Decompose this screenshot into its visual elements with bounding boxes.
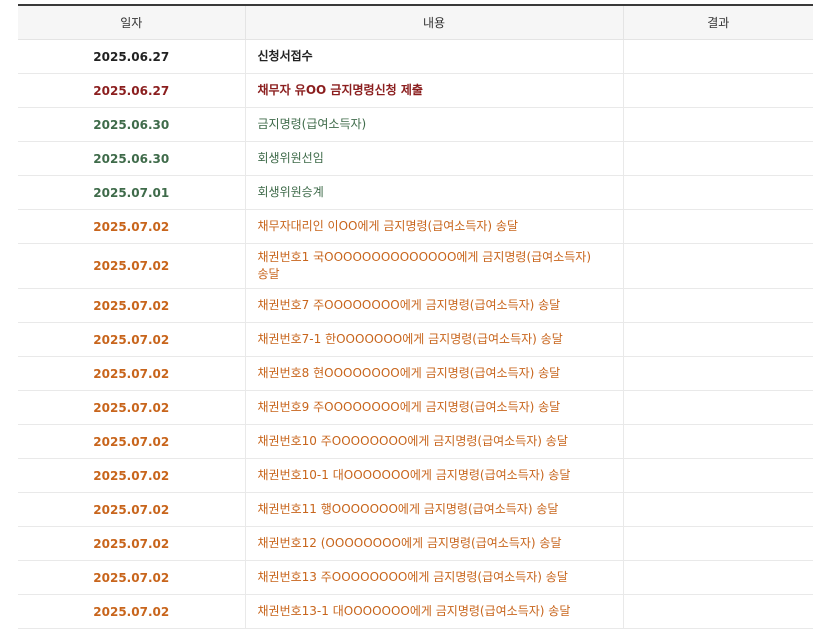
case-progress-table-wrapper: 일자 내용 결과 2025.06.27 신청서접수 2025.06.27 채무자 유O…	[18, 4, 813, 629]
content-column-header: 내용	[245, 5, 624, 40]
row-date: 2025.06.27	[18, 39, 246, 74]
table-row: 2025.07.02 채권번호10 주OOOOOOOO에게 금지명령(급여소득자)…	[18, 424, 813, 459]
table-row: 2025.07.02 채권번호1 국OOOOOOOOOOOOOO에게 금지명령(급…	[18, 243, 813, 289]
table-header: 일자 내용 결과	[18, 5, 813, 40]
row-content: 채권번호9 주OOOOOOOO에게 금지명령(급여소득자) 송달	[245, 390, 624, 425]
table-row: 2025.07.02 채권번호9 주OOOOOOOO에게 금지명령(급여소득자) …	[18, 390, 813, 425]
table-body: 2025.06.27 신청서접수 2025.06.27 채무자 유OO 금지명령신청 …	[18, 39, 813, 629]
row-date: 2025.06.30	[18, 141, 246, 176]
row-date: 2025.07.02	[18, 492, 246, 527]
row-content: 신청서접수	[245, 39, 624, 74]
row-date: 2025.07.02	[18, 594, 246, 629]
row-date: 2025.07.02	[18, 526, 246, 561]
table-row: 2025.06.27 채무자 유OO 금지명령신청 제출	[18, 73, 813, 108]
row-result	[623, 526, 813, 561]
row-content: 채권번호13-1 대OOOOOOO에게 금지명령(급여소득자) 송달	[245, 594, 624, 629]
table-row: 2025.06.30 금지명령(급여소득자)	[18, 107, 813, 142]
row-result	[623, 424, 813, 459]
row-result	[623, 458, 813, 493]
table-row: 2025.07.02 채권번호13 주OOOOOOOO에게 금지명령(급여소득자)…	[18, 560, 813, 595]
date-column-header: 일자	[18, 5, 246, 40]
row-date: 2025.07.02	[18, 560, 246, 595]
row-result	[623, 390, 813, 425]
row-date: 2025.07.01	[18, 175, 246, 210]
row-result	[623, 39, 813, 74]
row-content: 채권번호13 주OOOOOOOO에게 금지명령(급여소득자) 송달	[245, 560, 624, 595]
row-result	[623, 141, 813, 176]
row-date: 2025.07.02	[18, 356, 246, 391]
row-result	[623, 492, 813, 527]
row-result	[623, 73, 813, 108]
case-progress-table: 일자 내용 결과 2025.06.27 신청서접수 2025.06.27 채무자 유O…	[18, 4, 813, 629]
row-content: 채권번호12 (OOOOOOOO에게 금지명령(급여소득자) 송달	[245, 526, 624, 561]
row-content: 채무자대리인 이OO에게 금지명령(급여소득자) 송달	[245, 209, 624, 244]
row-result	[623, 356, 813, 391]
row-date: 2025.07.02	[18, 390, 246, 425]
row-result	[623, 594, 813, 629]
row-content: 채권번호10-1 대OOOOOOO에게 금지명령(급여소득자) 송달	[245, 458, 624, 493]
row-content: 회생위원선임	[245, 141, 624, 176]
row-date: 2025.07.02	[18, 458, 246, 493]
row-content: 채권번호11 행OOOOOOO에게 금지명령(급여소득자) 송달	[245, 492, 624, 527]
row-content: 채권번호10 주OOOOOOOO에게 금지명령(급여소득자) 송달	[245, 424, 624, 459]
table-row: 2025.07.02 채권번호11 행OOOOOOO에게 금지명령(급여소득자) …	[18, 492, 813, 527]
table-row: 2025.07.02 채권번호13-1 대OOOOOOO에게 금지명령(급여소득자…	[18, 594, 813, 629]
row-date: 2025.06.30	[18, 107, 246, 142]
result-column-header: 결과	[623, 5, 813, 40]
header-row: 일자 내용 결과	[18, 5, 813, 40]
row-content: 금지명령(급여소득자)	[245, 107, 624, 142]
row-result	[623, 322, 813, 357]
row-result	[623, 107, 813, 142]
row-date: 2025.07.02	[18, 322, 246, 357]
row-result	[623, 560, 813, 595]
row-content: 회생위원승계	[245, 175, 624, 210]
row-date: 2025.06.27	[18, 73, 246, 108]
row-result	[623, 209, 813, 244]
row-date: 2025.07.02	[18, 424, 246, 459]
row-result	[623, 175, 813, 210]
table-row: 2025.07.01 회생위원승계	[18, 175, 813, 210]
table-row: 2025.06.30 회생위원선임	[18, 141, 813, 176]
table-row: 2025.07.02 채무자대리인 이OO에게 금지명령(급여소득자) 송달	[18, 209, 813, 244]
row-content: 채권번호7 주OOOOOOOO에게 금지명령(급여소득자) 송달	[245, 288, 624, 323]
row-content: 채권번호7-1 한OOOOOOO에게 금지명령(급여소득자) 송달	[245, 322, 624, 357]
row-date: 2025.07.02	[18, 209, 246, 244]
row-date: 2025.07.02	[18, 288, 246, 323]
table-row: 2025.07.02 채권번호7-1 한OOOOOOO에게 금지명령(급여소득자)…	[18, 322, 813, 357]
table-row: 2025.07.02 채권번호7 주OOOOOOOO에게 금지명령(급여소득자) …	[18, 288, 813, 323]
row-result	[623, 243, 813, 289]
row-content: 채권번호1 국OOOOOOOOOOOOOO에게 금지명령(급여소득자) 송달	[245, 243, 624, 289]
row-content: 채무자 유OO 금지명령신청 제출	[245, 73, 624, 108]
row-result	[623, 288, 813, 323]
table-row: 2025.06.27 신청서접수	[18, 39, 813, 74]
row-content: 채권번호8 현OOOOOOOO에게 금지명령(급여소득자) 송달	[245, 356, 624, 391]
row-date: 2025.07.02	[18, 243, 246, 289]
table-row: 2025.07.02 채권번호10-1 대OOOOOOO에게 금지명령(급여소득자…	[18, 458, 813, 493]
table-row: 2025.07.02 채권번호8 현OOOOOOOO에게 금지명령(급여소득자) …	[18, 356, 813, 391]
table-row: 2025.07.02 채권번호12 (OOOOOOOO에게 금지명령(급여소득자)…	[18, 526, 813, 561]
